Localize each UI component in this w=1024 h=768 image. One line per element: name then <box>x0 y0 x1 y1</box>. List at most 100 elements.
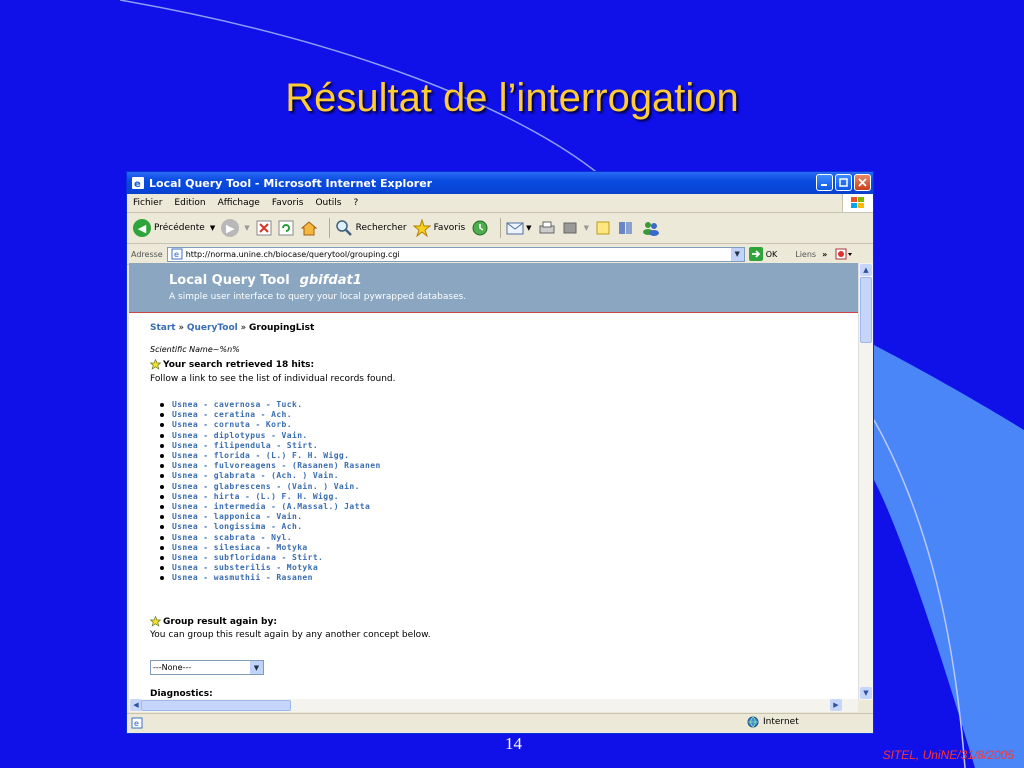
maximize-button[interactable] <box>835 174 852 191</box>
menu-fichier[interactable]: Fichier <box>127 198 168 208</box>
back-button[interactable]: ◀ Précédente ▼ <box>133 219 215 237</box>
mail-icon <box>506 222 524 235</box>
hits-list: Usnea - cavernosa - Tuck. Usnea - cerati… <box>160 400 858 583</box>
hit-link[interactable]: Usnea - silesiaca - Motyka <box>172 543 308 553</box>
mail-button[interactable]: ▼ <box>506 220 532 236</box>
menu-outils[interactable]: Outils <box>309 198 347 208</box>
list-item: Usnea - wasmuthii - Rasanen <box>160 573 858 583</box>
search-button[interactable]: Rechercher <box>335 219 407 237</box>
chevron-down-icon: ▼ <box>526 224 532 232</box>
chevron-double-right-icon[interactable]: » <box>822 250 827 259</box>
hit-link[interactable]: Usnea - lapponica - Vain. <box>172 512 302 522</box>
list-item: Usnea - filipendula - Stirt. <box>160 441 858 451</box>
favorites-button[interactable]: Favoris <box>412 219 465 237</box>
menu-help[interactable]: ? <box>347 198 364 208</box>
list-item: Usnea - florida - (L.) F. H. Wigg. <box>160 451 858 461</box>
hit-link[interactable]: Usnea - filipendula - Stirt. <box>172 441 318 451</box>
breadcrumb-start[interactable]: Start <box>150 323 176 333</box>
menu-favoris[interactable]: Favoris <box>266 198 310 208</box>
ie-icon: e <box>132 177 144 190</box>
edit-icon <box>563 222 577 234</box>
hit-link[interactable]: Usnea - glabrescens - (Vain. ) Vain. <box>172 482 360 492</box>
toolbar-options-icon[interactable] <box>835 247 853 261</box>
hit-link[interactable]: Usnea - diplotypus - Vain. <box>172 431 308 441</box>
forward-button[interactable]: ▶ ▼ <box>221 219 250 237</box>
menu-affichage[interactable]: Affichage <box>212 198 266 208</box>
breadcrumb-current: GroupingList <box>249 323 315 333</box>
hits-heading: Your search retrieved 18 hits: <box>163 359 315 370</box>
scroll-thumb[interactable] <box>860 277 872 343</box>
scroll-right-icon[interactable]: ▶ <box>830 699 842 711</box>
hit-link[interactable]: Usnea - intermedia - (A.Massal.) Jatta <box>172 502 370 512</box>
scroll-up-icon[interactable]: ▲ <box>860 264 872 276</box>
hits-note: Follow a link to see the list of individ… <box>150 374 396 384</box>
browser-window: e Local Query Tool - Microsoft Internet … <box>126 171 874 734</box>
address-bar: Adresse e http://norma.unine.ch/biocase/… <box>127 244 873 265</box>
slide-number: 14 <box>505 734 522 753</box>
hit-link[interactable]: Usnea - cavernosa - Tuck. <box>172 400 302 410</box>
research-button[interactable] <box>617 220 635 236</box>
page-content: Local Query Tool gbifdat1 A simple user i… <box>129 263 858 700</box>
messenger-button[interactable] <box>641 220 661 236</box>
hit-link[interactable]: Usnea - cornuta - Korb. <box>172 420 292 430</box>
breadcrumb-querytool[interactable]: QueryTool <box>187 323 238 333</box>
messenger-icon <box>642 222 659 236</box>
chevron-down-icon: ▼ <box>583 224 589 232</box>
toolbar: ◀ Précédente ▼ ▶ ▼ Rechercher Favoris ▼ … <box>127 213 873 244</box>
go-arrow-icon <box>748 247 763 261</box>
go-button[interactable]: OK <box>748 247 777 261</box>
hit-link[interactable]: Usnea - subfloridana - Stirt. <box>172 553 323 563</box>
group-select[interactable]: ---None--- ▼ <box>150 660 264 676</box>
tool-title: Local Query Tool gbifdat1 <box>169 273 362 288</box>
minimize-button[interactable] <box>816 174 833 191</box>
stop-button[interactable] <box>256 220 272 236</box>
forward-arrow-icon: ▶ <box>221 219 240 237</box>
breadcrumb: Start » QueryTool » GroupingList <box>150 323 858 333</box>
list-item: Usnea - subfloridana - Stirt. <box>160 553 858 563</box>
close-button[interactable] <box>854 174 871 191</box>
history-icon <box>472 220 488 236</box>
star-icon <box>150 616 161 628</box>
list-item: Usnea - scabrata - Nyl. <box>160 532 858 542</box>
list-item: Usnea - ceratina - Ach. <box>160 410 858 420</box>
list-item: Usnea - silesiaca - Motyka <box>160 543 858 553</box>
hit-link[interactable]: Usnea - substerilis - Motyka <box>172 563 318 573</box>
list-item: Usnea - lapponica - Vain. <box>160 512 858 522</box>
hit-link[interactable]: Usnea - scabrata - Nyl. <box>172 533 292 543</box>
chevron-down-icon[interactable]: ▼ <box>730 247 744 261</box>
address-input[interactable]: e http://norma.unine.ch/biocase/querytoo… <box>166 246 745 262</box>
stop-icon <box>256 220 272 236</box>
hit-link[interactable]: Usnea - fulvoreagens - (Rasanen) Rasanen <box>172 461 381 471</box>
notes-button[interactable] <box>595 220 611 236</box>
hit-link[interactable]: Usnea - florida - (L.) F. H. Wigg. <box>172 451 349 461</box>
title-bar: e Local Query Tool - Microsoft Internet … <box>127 172 873 194</box>
scroll-down-icon[interactable]: ▼ <box>860 687 872 699</box>
history-button[interactable] <box>471 219 489 237</box>
svg-text:e: e <box>174 250 179 259</box>
menu-edition[interactable]: Edition <box>168 198 211 208</box>
hit-link[interactable]: Usnea - longissima - Ach. <box>172 522 302 532</box>
home-button[interactable] <box>300 220 318 236</box>
list-item: Usnea - diplotypus - Vain. <box>160 431 858 441</box>
hit-link[interactable]: Usnea - glabrata - (Ach. ) Vain. <box>172 471 339 481</box>
svg-text:e: e <box>134 719 139 728</box>
hit-link[interactable]: Usnea - ceratina - Ach. <box>172 410 292 420</box>
chevron-down-icon: ▼ <box>209 224 216 232</box>
page-status-icon: e <box>131 717 143 729</box>
printer-icon <box>539 221 555 234</box>
list-item: Usnea - intermedia - (A.Massal.) Jatta <box>160 502 858 512</box>
group-heading: Group result again by: <box>163 616 277 627</box>
horizontal-scrollbar[interactable]: ◀ ▶ <box>129 699 858 712</box>
hit-link[interactable]: Usnea - wasmuthii - Rasanen <box>172 573 313 583</box>
links-label[interactable]: Liens <box>795 250 816 259</box>
edit-button[interactable]: ▼ <box>562 220 589 236</box>
chevron-down-icon: ▼ <box>250 661 263 675</box>
hit-link[interactable]: Usnea - hirta - (L.) F. H. Wigg. <box>172 492 339 502</box>
refresh-button[interactable] <box>278 220 294 236</box>
scroll-thumb[interactable] <box>141 700 291 711</box>
print-button[interactable] <box>538 220 556 236</box>
breadcrumb-separator: » <box>240 323 247 333</box>
star-icon <box>150 359 161 370</box>
list-item: Usnea - glabrata - (Ach. ) Vain. <box>160 471 858 481</box>
vertical-scrollbar[interactable]: ▲ ▼ <box>858 263 873 700</box>
